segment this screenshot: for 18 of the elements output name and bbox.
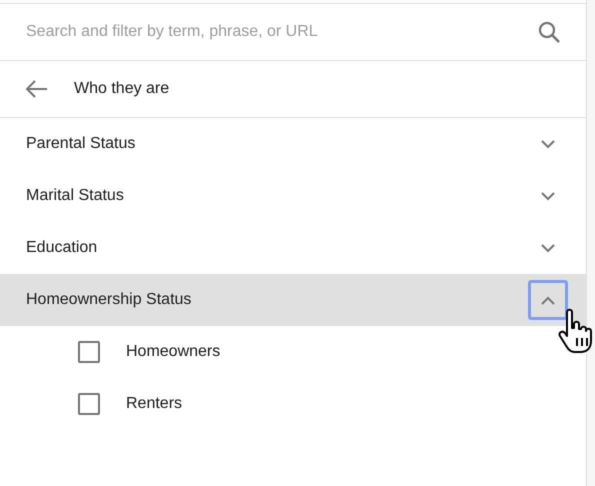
chevron-down-icon xyxy=(541,192,555,200)
chevron-up-icon xyxy=(541,296,555,304)
category-row[interactable]: Homeownership Status xyxy=(0,274,586,326)
option-label: Homeowners xyxy=(126,342,220,362)
chevron-down-icon xyxy=(541,244,555,252)
search-input[interactable]: Search and filter by term, phrase, or URL xyxy=(26,20,537,44)
category-label: Homeownership Status xyxy=(26,290,192,310)
chevron-down-icon xyxy=(541,140,555,148)
option-label: Renters xyxy=(126,394,182,414)
search-icon[interactable] xyxy=(537,20,561,44)
category-label: Parental Status xyxy=(26,134,136,154)
checkbox[interactable] xyxy=(78,341,100,363)
back-arrow-icon[interactable] xyxy=(26,80,48,98)
panel-title: Who they are xyxy=(74,79,170,99)
category-label: Education xyxy=(26,238,98,258)
search-field[interactable]: Search and filter by term, phrase, or URL xyxy=(0,4,586,61)
category-label: Marital Status xyxy=(26,186,125,206)
checkbox[interactable] xyxy=(78,393,100,415)
